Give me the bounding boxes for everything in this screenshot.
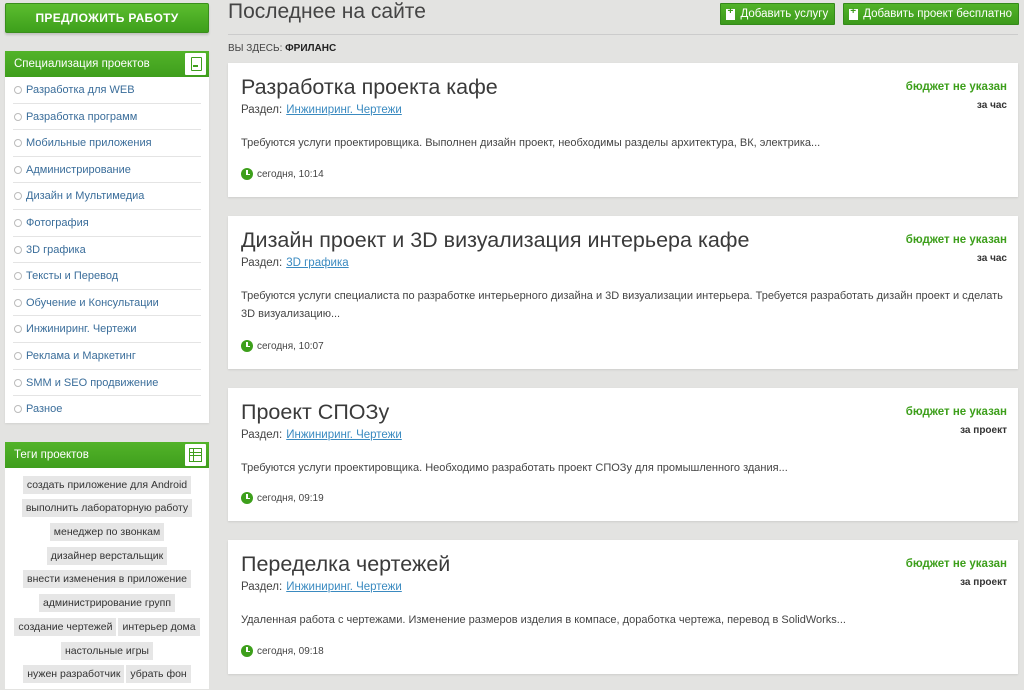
project-title[interactable]: Проект СПОЗу xyxy=(241,400,389,425)
tag[interactable]: менеджер по звонкам xyxy=(49,523,165,542)
section-link[interactable]: Инжиниринг. Чертежи xyxy=(286,581,402,593)
rate-unit: за проект xyxy=(960,425,1007,436)
spec-item-web[interactable]: Разработка для WEB xyxy=(13,77,201,104)
spec-item-programs[interactable]: Разработка программ xyxy=(13,104,201,131)
add-project-label: Добавить проект бесплатно xyxy=(863,8,1012,20)
project-time: сегодня, 10:07 xyxy=(241,340,324,352)
project-description: Требуются услуги проектировщика. Выполне… xyxy=(241,137,821,149)
rate-unit: за час xyxy=(976,100,1007,111)
tags-header: Теги проектов xyxy=(5,441,209,468)
page-title: Последнее на сайте xyxy=(228,0,426,23)
spec-item-mobile[interactable]: Мобильные приложения xyxy=(13,130,201,157)
add-service-label: Добавить услугу xyxy=(740,8,829,20)
tag[interactable]: дизайнер верстальщик xyxy=(46,546,168,565)
tag[interactable]: создание чертежей xyxy=(14,617,117,636)
time-text: сегодня, 09:18 xyxy=(257,645,324,657)
breadcrumb: ВЫ ЗДЕСЬ: ФРИЛАНС xyxy=(228,43,336,54)
spec-item-education[interactable]: Обучение и Консультации xyxy=(13,290,201,317)
time-text: сегодня, 10:07 xyxy=(257,340,324,352)
add-project-button[interactable]: Добавить проект бесплатно xyxy=(843,3,1019,25)
add-document-icon xyxy=(849,6,859,20)
specializations-header: Специализация проектов xyxy=(5,51,209,77)
project-time: сегодня, 09:18 xyxy=(241,645,324,657)
project-description: Удаленная работа с чертежами. Изменение … xyxy=(241,614,846,626)
header-divider xyxy=(228,34,1018,35)
spec-item-misc[interactable]: Разное xyxy=(13,396,201,423)
project-section: Раздел: Инжиниринг. Чертежи xyxy=(241,104,402,116)
offer-work-button[interactable]: ПРЕДЛОЖИТЬ РАБОТУ xyxy=(5,3,209,33)
spec-item-design[interactable]: Дизайн и Мультимедиа xyxy=(13,183,201,210)
tag[interactable]: настольные игры xyxy=(61,641,153,660)
project-card: Разработка проекта кафе Раздел: Инжинирин… xyxy=(228,63,1018,197)
project-description: Требуются услуги проектировщика. Необход… xyxy=(241,462,788,474)
project-description: Требуются услуги специалиста по разработ… xyxy=(241,290,1003,320)
tags-panel: Теги проектов создать приложение для And… xyxy=(5,441,209,689)
section-link[interactable]: Инжиниринг. Чертежи xyxy=(286,104,402,116)
project-card: Дизайн проект и 3D визуализация интерьер… xyxy=(228,216,1018,369)
project-section: Раздел: Инжиниринг. Чертежи xyxy=(241,429,402,441)
sidebar: ПРЕДЛОЖИТЬ РАБОТУ Специализация проектов… xyxy=(5,3,209,689)
section-label: Раздел: xyxy=(241,104,283,116)
list-grid-icon xyxy=(185,443,206,466)
project-title[interactable]: Переделка чертежей xyxy=(241,552,450,577)
tag[interactable]: выполнить лабораторную работу xyxy=(21,499,193,518)
project-section: Раздел: 3D графика xyxy=(241,257,349,269)
specializations-panel: Специализация проектов Разработка для WE… xyxy=(5,51,209,423)
tag[interactable]: создать приложение для Android xyxy=(22,475,192,494)
project-card: Проект СПОЗу Раздел: Инжиниринг. Чертежи … xyxy=(228,388,1018,521)
budget-label: бюджет не указан xyxy=(905,234,1007,246)
project-section: Раздел: Инжиниринг. Чертежи xyxy=(241,581,402,593)
clock-icon xyxy=(241,168,253,180)
spec-item-engineering[interactable]: Инжиниринг. Чертежи xyxy=(13,316,201,343)
section-link[interactable]: Инжиниринг. Чертежи xyxy=(286,429,402,441)
project-title[interactable]: Разработка проекта кафе xyxy=(241,75,498,100)
spec-item-texts[interactable]: Тексты и Перевод xyxy=(13,263,201,290)
time-text: сегодня, 09:19 xyxy=(257,492,324,504)
budget-label: бюджет не указан xyxy=(905,81,1007,93)
section-label: Раздел: xyxy=(241,581,283,593)
section-link[interactable]: 3D графика xyxy=(286,257,348,269)
top-actions: Добавить услугу Добавить проект бесплатн… xyxy=(720,3,1019,25)
section-label: Раздел: xyxy=(241,429,283,441)
budget-label: бюджет не указан xyxy=(905,406,1007,418)
breadcrumb-prefix: ВЫ ЗДЕСЬ: xyxy=(228,43,283,54)
tag[interactable]: нужен разработчик xyxy=(23,665,125,684)
spec-item-admin[interactable]: Администрирование xyxy=(13,157,201,184)
spec-item-marketing[interactable]: Реклама и Маркетинг xyxy=(13,343,201,370)
project-card: Переделка чертежей Раздел: Инжиниринг. Че… xyxy=(228,540,1018,674)
add-document-icon xyxy=(726,6,736,20)
specializations-list: Разработка для WEB Разработка программ М… xyxy=(5,77,209,423)
tag[interactable]: администрирование групп xyxy=(38,594,176,613)
time-text: сегодня, 10:14 xyxy=(257,168,324,180)
spec-item-smm-seo[interactable]: SMM и SEO продвижение xyxy=(13,370,201,397)
rate-unit: за проект xyxy=(960,577,1007,588)
breadcrumb-current[interactable]: ФРИЛАНС xyxy=(285,43,336,54)
tags-title: Теги проектов xyxy=(14,448,89,461)
project-time: сегодня, 10:14 xyxy=(241,168,324,180)
tag[interactable]: внести изменения в приложение xyxy=(23,570,191,589)
clock-icon xyxy=(241,492,253,504)
budget-label: бюджет не указан xyxy=(905,558,1007,570)
tag[interactable]: интерьер дома xyxy=(118,617,200,636)
project-title[interactable]: Дизайн проект и 3D визуализация интерьер… xyxy=(241,228,749,253)
project-time: сегодня, 09:19 xyxy=(241,492,324,504)
clock-icon xyxy=(241,340,253,352)
section-label: Раздел: xyxy=(241,257,283,269)
spec-item-photo[interactable]: Фотография xyxy=(13,210,201,237)
add-service-button[interactable]: Добавить услугу xyxy=(720,3,836,25)
tags-cloud: создать приложение для Android выполнить… xyxy=(5,468,209,689)
clock-icon xyxy=(241,645,253,657)
spec-item-3d[interactable]: 3D графика xyxy=(13,237,201,264)
specializations-title: Специализация проектов xyxy=(14,58,150,70)
document-icon xyxy=(185,53,206,75)
tag[interactable]: убрать фон xyxy=(126,665,191,684)
rate-unit: за час xyxy=(976,253,1007,264)
